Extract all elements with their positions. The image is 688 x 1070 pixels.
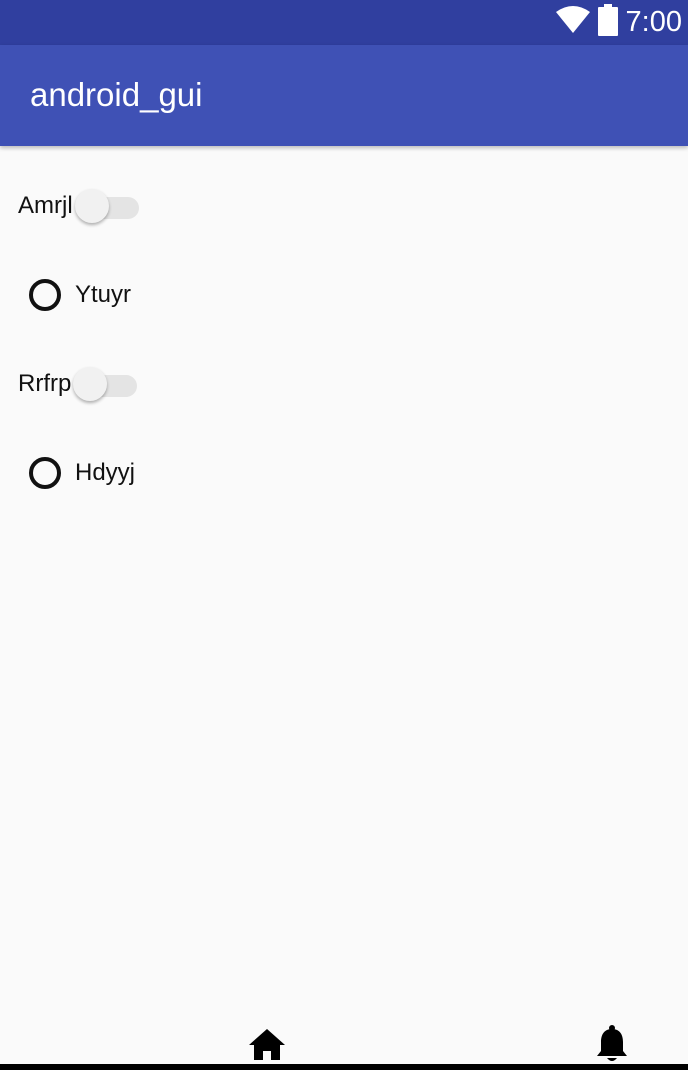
battery-icon: [597, 4, 618, 41]
status-time: 7:00: [625, 6, 682, 38]
wifi-icon: [555, 6, 590, 39]
switch-row-rrfrp[interactable]: Rrfrp: [0, 359, 139, 409]
status-icons: 7:00: [555, 0, 682, 45]
radio-label: Ytuyr: [75, 281, 132, 308]
radio-button-hdyyj[interactable]: [29, 457, 61, 489]
radio-row-ytuyr[interactable]: Ytuyr: [0, 270, 131, 320]
switch-label: Amrjl: [18, 192, 73, 219]
home-icon[interactable]: [248, 1026, 286, 1064]
toggle-switch-amrjl[interactable]: [74, 186, 141, 226]
bell-icon[interactable]: [593, 1024, 631, 1064]
radio-row-hdyyj[interactable]: Hdyyj: [0, 448, 135, 498]
switch-thumb: [74, 189, 109, 223]
radio-label: Hdyyj: [75, 459, 136, 486]
app-title: android_gui: [30, 76, 203, 113]
status-bar: 7:00: [0, 0, 688, 45]
switch-row-amrjl[interactable]: Amrjl: [0, 181, 141, 231]
toggle-switch-rrfrp[interactable]: [73, 364, 139, 404]
switch-label: Rrfrp: [18, 370, 72, 397]
app-bar: android_gui: [0, 45, 688, 146]
bottom-edge: [0, 1064, 688, 1070]
bottom-navigation: [0, 1020, 688, 1064]
radio-button-ytuyr[interactable]: [29, 279, 61, 311]
screen: 7:00 android_gui Amrjl Ytuyr Rrfrp Hdyyj: [0, 0, 688, 1070]
